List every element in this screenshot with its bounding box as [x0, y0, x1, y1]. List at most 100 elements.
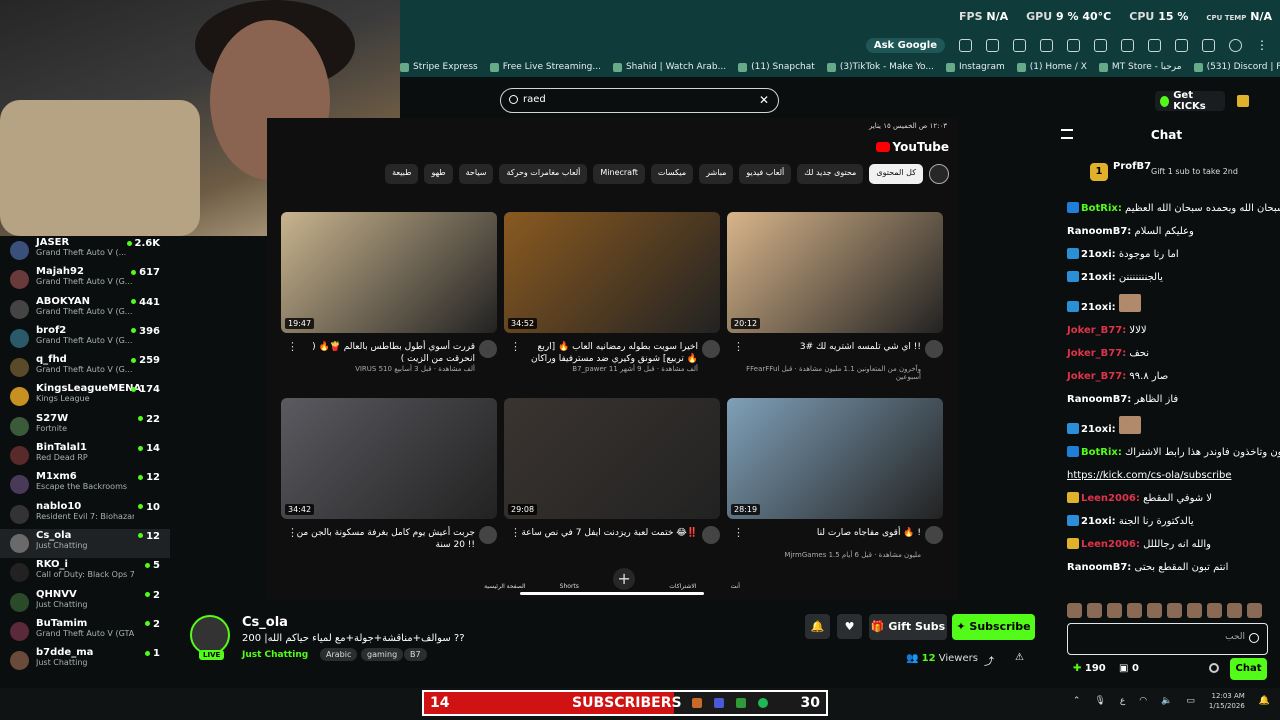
- reading-list-icon[interactable]: [1202, 38, 1215, 52]
- share-icon[interactable]: ⤴: [984, 653, 994, 668]
- video-title[interactable]: قررت أسوي أطول بطاطس بالعالم 🍟🔥 ( انحرقت…: [281, 333, 497, 365]
- chat-username[interactable]: RanoomB7:: [1067, 394, 1131, 405]
- chip-6[interactable]: ألعاب مغامرات وحركة: [499, 164, 588, 184]
- chat-username[interactable]: RanoomB7:: [1067, 226, 1131, 237]
- bookmark-item[interactable]: (11) Snapchat: [738, 62, 815, 72]
- collapse-chat-icon[interactable]: [1061, 129, 1073, 139]
- chat-username[interactable]: 21oxi:: [1081, 302, 1116, 313]
- sidebar-channel[interactable]: KingsLeagueMENA Kings League 174: [0, 382, 170, 411]
- chat-username[interactable]: BotRix:: [1081, 447, 1122, 458]
- video-title[interactable]: أقوى مفاجاه صارت لنا 🔥 !: [727, 519, 943, 551]
- chat-username[interactable]: Joker_B77:: [1067, 371, 1126, 382]
- sidebar-channel[interactable]: S27W Fortnite 22: [0, 412, 170, 441]
- chip-9[interactable]: طبيعة: [385, 164, 419, 184]
- chat-username[interactable]: 21oxi:: [1081, 424, 1116, 435]
- more-options-icon[interactable]: ⋮: [510, 526, 521, 539]
- tools-icon[interactable]: [1067, 38, 1080, 52]
- video-thumbnail[interactable]: 28:19: [727, 398, 943, 519]
- tag-gaming[interactable]: gaming: [361, 648, 404, 661]
- emote-icon[interactable]: [1087, 603, 1102, 618]
- send-chat-button[interactable]: Chat: [1230, 658, 1267, 680]
- more-options-icon[interactable]: ⋮: [733, 340, 744, 353]
- chat-settings-icon[interactable]: [1209, 663, 1219, 673]
- card-icon[interactable]: [1121, 38, 1134, 52]
- video-title[interactable]: اي شي تلمسه اشتريه لك #3 !!: [727, 333, 943, 365]
- chip-3[interactable]: مباشر: [699, 164, 734, 184]
- video-thumbnail[interactable]: 34:52: [504, 212, 720, 333]
- streamer-avatar[interactable]: [190, 615, 230, 655]
- emote-icon[interactable]: [1227, 603, 1242, 618]
- yt-nav-3[interactable]: الاشتراكات: [669, 583, 696, 590]
- download-icon[interactable]: [1040, 38, 1053, 52]
- notification-icon[interactable]: 🔔: [1259, 696, 1270, 706]
- chip-0[interactable]: كل المحتوى: [869, 164, 923, 184]
- language-icon[interactable]: ع: [1120, 696, 1125, 706]
- link-icon[interactable]: [1175, 38, 1188, 52]
- more-options-icon[interactable]: ⋮: [287, 340, 298, 353]
- bookmark-item[interactable]: Free Live Streaming...: [489, 62, 601, 72]
- sidebar-channel[interactable]: Cs_ola Just Chatting 12: [0, 528, 170, 559]
- chip-2[interactable]: ألعاب فيديو: [739, 164, 792, 184]
- channel-avatar[interactable]: [925, 340, 943, 358]
- chat-username[interactable]: Joker_B77:: [1067, 325, 1126, 336]
- sidebar-channel[interactable]: ABOKYAN Grand Theft Auto V (G... 441: [0, 295, 170, 324]
- video-card[interactable]: 29:08 ختمت لعبة ريزدنت ايفل 7 في نص ساعة …: [504, 398, 720, 551]
- chat-username[interactable]: 21oxi:: [1081, 249, 1116, 260]
- sidebar-channel[interactable]: brof2 Grand Theft Auto V (G... 396: [0, 324, 170, 353]
- yt-nav-0[interactable]: الصفحة الرئيسية: [484, 583, 525, 590]
- mic-icon[interactable]: 🎙: [1094, 696, 1105, 706]
- sidebar-channel[interactable]: M1xm6 Escape the Backrooms 12: [0, 470, 170, 499]
- yt-nav-1[interactable]: Shorts: [560, 583, 579, 590]
- emote-icon[interactable]: [1107, 603, 1122, 618]
- video-thumbnail[interactable]: 20:12: [727, 212, 943, 333]
- create-icon[interactable]: +: [613, 568, 636, 590]
- streamer-name[interactable]: Cs_ola: [242, 615, 288, 630]
- video-card[interactable]: 20:12 اي شي تلمسه اشتريه لك #3 !! FFearFFu…: [727, 212, 943, 381]
- chip-8[interactable]: طهو: [424, 164, 453, 184]
- emote-icon[interactable]: [1167, 603, 1182, 618]
- trophy-icon[interactable]: [1237, 95, 1249, 107]
- sidebar-channel[interactable]: BinTalal1 Red Dead RP 14: [0, 441, 170, 470]
- chat-username[interactable]: RanoomB7:: [1067, 562, 1131, 573]
- emote-icon[interactable]: [1127, 603, 1142, 618]
- channel-avatar[interactable]: [702, 526, 720, 544]
- video-player[interactable]: ١٢:٠٣ ص الخميس ١٥ يناير YouTube كل المحت…: [267, 118, 957, 600]
- chat-username[interactable]: 21oxi:: [1081, 272, 1116, 283]
- chip-1[interactable]: محتوى جديد لك: [797, 164, 864, 184]
- video-thumbnail[interactable]: 34:42: [281, 398, 497, 519]
- video-thumbnail[interactable]: 19:47: [281, 212, 497, 333]
- bookmark-item[interactable]: Instagram: [945, 62, 1005, 72]
- profile-icon[interactable]: [1229, 38, 1242, 52]
- pinned-gift-banner[interactable]: 1 ProfB7 Gift 1 sub to take 2nd: [1053, 151, 1280, 193]
- chat-username[interactable]: 21oxi:: [1081, 516, 1116, 527]
- chevron-up-icon[interactable]: ⌃: [1073, 696, 1081, 706]
- search-input[interactable]: raed ✕: [500, 88, 779, 113]
- bookmark-item[interactable]: Shahid | Watch Arab...: [612, 62, 726, 72]
- stream-category[interactable]: Just Chatting: [242, 650, 308, 660]
- chat-username[interactable]: Leen2006:: [1081, 493, 1140, 504]
- sidebar-channel[interactable]: b7dde_ma Just Chatting 1: [0, 646, 170, 675]
- emote-icon[interactable]: [1067, 603, 1082, 618]
- report-icon[interactable]: ⚠: [1015, 652, 1024, 663]
- sidebar-channel[interactable]: RKO_i Call of Duty: Black Ops 75: [0, 558, 170, 587]
- channel-avatar[interactable]: [702, 340, 720, 358]
- tag-b7[interactable]: B7: [404, 648, 427, 661]
- sidebar-channel[interactable]: Majah92 Grand Theft Auto V (G... 617: [0, 265, 170, 294]
- star-icon[interactable]: [986, 38, 999, 52]
- notification-bell-icon[interactable]: 🔔: [805, 614, 830, 639]
- volume-icon[interactable]: 🔈: [1161, 696, 1172, 706]
- menu-icon[interactable]: ⋮: [1256, 38, 1268, 52]
- emote-picker-icon[interactable]: [1249, 633, 1259, 643]
- extension-icon[interactable]: [1013, 38, 1026, 52]
- video-title[interactable]: جربت أعيش يوم كامل بغرفة مسكونة بالجن من…: [281, 519, 497, 551]
- video-thumbnail[interactable]: 29:08: [504, 398, 720, 519]
- explore-icon[interactable]: [929, 164, 949, 184]
- sidebar-channel[interactable]: q_fhd Grand Theft Auto V (G... 259: [0, 353, 170, 382]
- chat-username[interactable]: Joker_B77:: [1067, 348, 1126, 359]
- channel-points[interactable]: ✚ 190: [1073, 663, 1106, 674]
- bookmark-item[interactable]: (1) Home / X: [1016, 62, 1087, 72]
- more-options-icon[interactable]: ⋮: [510, 340, 521, 353]
- chat-username[interactable]: BotRix:: [1081, 203, 1122, 214]
- video-title[interactable]: اخيرا سويت بطوله رمضانيه العاب 🔥 [اربع ت…: [504, 333, 720, 365]
- emote-icon[interactable]: [1207, 603, 1222, 618]
